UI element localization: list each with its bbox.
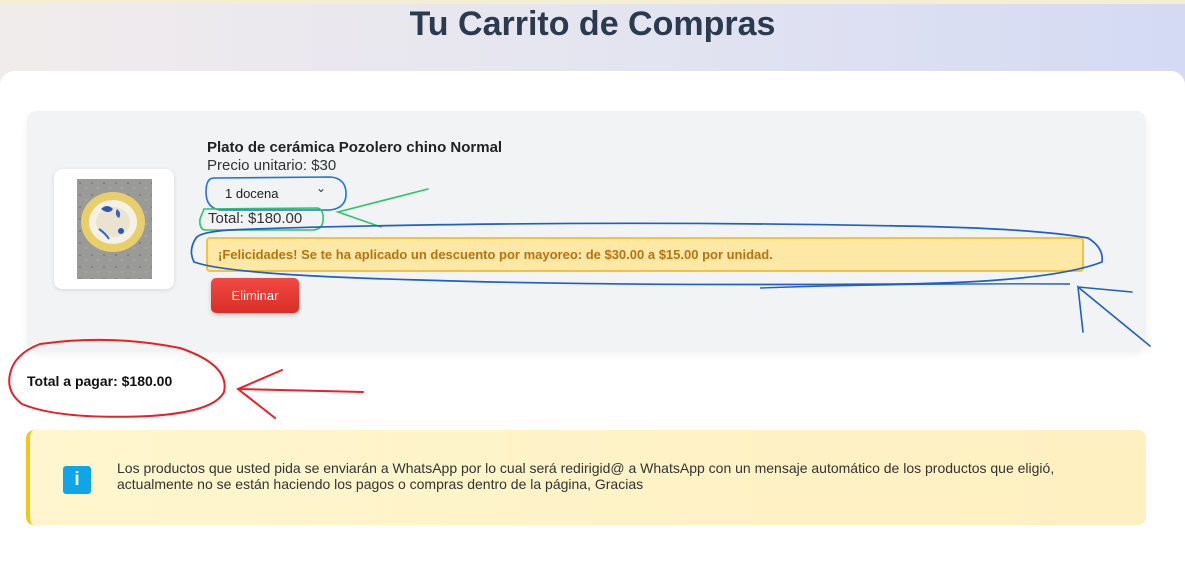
cart-item-card <box>27 111 1146 351</box>
discount-banner: ¡Felicidades! Se te ha aplicado un descu… <box>206 237 1084 272</box>
item-total: Total: $180.00 <box>208 210 303 227</box>
product-thumbnail <box>54 169 174 289</box>
product-name: Plato de cerámica Pozolero chino Normal <box>207 139 503 156</box>
chevron-down-icon: ⌄ <box>316 181 327 195</box>
grand-total: Total a pagar: $180.00 <box>27 373 173 389</box>
info-message: Los productos que usted pida se enviarán… <box>117 460 1055 492</box>
info-icon: i <box>63 466 91 494</box>
remove-button[interactable]: Eliminar <box>211 278 299 313</box>
unit-price: Precio unitario: $30 <box>207 157 337 174</box>
product-image <box>77 179 152 279</box>
page-title: Tu Carrito de Compras <box>409 5 776 43</box>
